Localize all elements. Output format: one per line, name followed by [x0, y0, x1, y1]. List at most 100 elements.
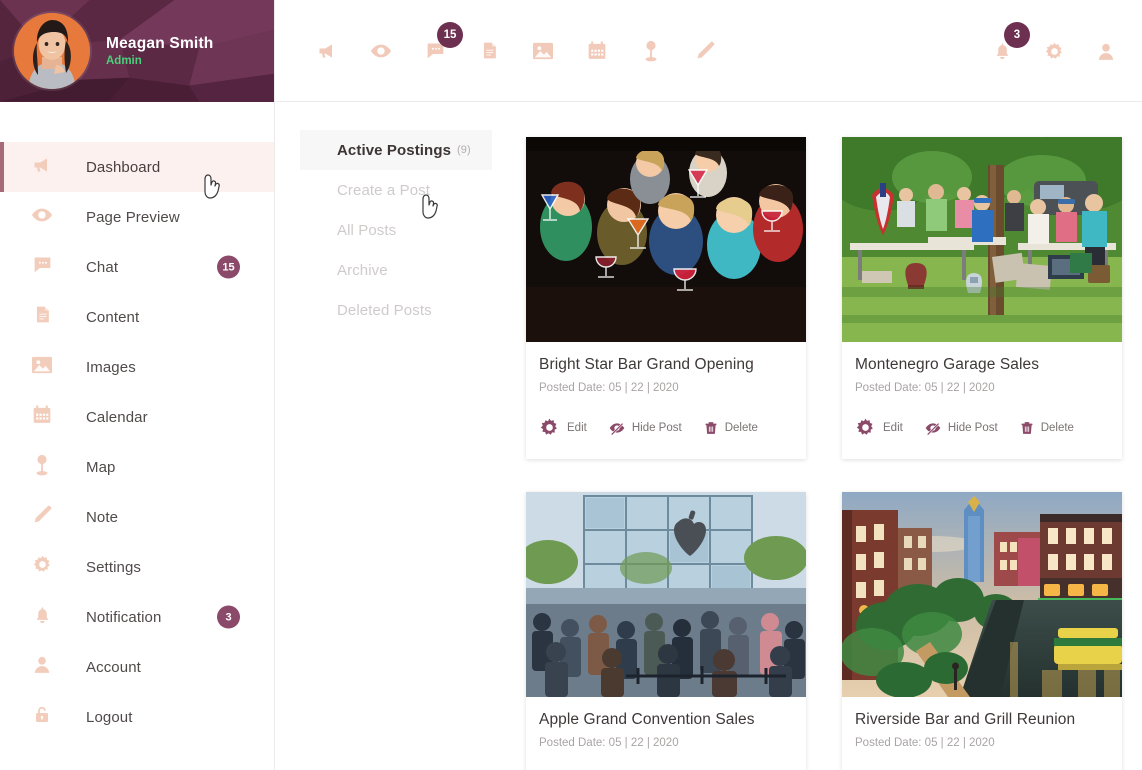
- top-toolbar: 15 3: [275, 0, 1142, 102]
- post-card-body: Apple Grand Convention Sales Posted Date:…: [526, 697, 806, 770]
- toolbar-calendar-icon[interactable]: [583, 34, 611, 68]
- sidebar-item-dashboard[interactable]: Dashboard: [0, 142, 274, 192]
- image-icon: [31, 355, 53, 380]
- toolbar-notification-badge: 3: [1004, 22, 1030, 48]
- bell-icon: [33, 604, 52, 631]
- delete-post-button[interactable]: Delete: [1020, 420, 1074, 436]
- sidebar-item-content[interactable]: Content: [0, 292, 274, 342]
- hide-post-button[interactable]: Hide Post: [609, 420, 682, 436]
- post-date: Posted Date: 05 | 22 | 2020: [855, 382, 995, 394]
- toolbar-image-icon[interactable]: [529, 34, 557, 68]
- sidebar-item-label: Map: [86, 458, 116, 476]
- toolbar-map-pin-icon[interactable]: [637, 34, 665, 68]
- toolbar-chat-icon[interactable]: 15: [421, 21, 463, 68]
- sidebar-item-map[interactable]: Map: [0, 442, 274, 492]
- document-icon: [33, 304, 52, 330]
- riverwalk-dusk-photo: [842, 492, 1122, 697]
- main-pane: 15 3 Active Postings (9) Create a Post All …: [275, 0, 1142, 770]
- chat-icon: [32, 254, 53, 280]
- subnav-item-all-posts[interactable]: All Posts: [300, 210, 492, 250]
- sidebar-item-label: Images: [86, 358, 136, 376]
- post-card[interactable]: Bright Star Bar Grand Opening Posted Date…: [526, 137, 806, 459]
- subnav-item-label: Create a Post: [337, 181, 431, 199]
- toolbar-megaphone-icon[interactable]: [313, 34, 341, 68]
- sidebar-item-note[interactable]: Note: [0, 492, 274, 542]
- posts-grid: Bright Star Bar Grand Opening Posted Date…: [526, 137, 1142, 770]
- content-area: Active Postings (9) Create a Post All Posts…: [275, 102, 1142, 770]
- apple-store-crowd-photo: [526, 492, 806, 697]
- post-title: Bright Star Bar Grand Opening: [539, 356, 754, 373]
- profile-role: Admin: [106, 55, 142, 67]
- sidebar-item-badge: 3: [217, 605, 240, 629]
- toolbar-gear-icon[interactable]: [1040, 34, 1068, 68]
- pencil-icon: [32, 504, 53, 530]
- sidebar-item-label: Content: [86, 308, 140, 326]
- postings-subnav: Active Postings (9) Create a Post All Posts…: [300, 130, 492, 330]
- account-icon: [32, 654, 52, 680]
- sidebar-item-logout[interactable]: Logout: [0, 692, 274, 742]
- edit-post-button[interactable]: Edit: [539, 417, 587, 438]
- sidebar-item-notification[interactable]: Notification 3: [0, 592, 274, 642]
- subnav-item-active-postings[interactable]: Active Postings (9): [300, 130, 492, 170]
- toolbar-chat-badge: 15: [437, 21, 463, 48]
- subnav-item-archive[interactable]: Archive: [300, 250, 492, 290]
- sidebar-item-account[interactable]: Account: [0, 642, 274, 692]
- map-pin-icon: [35, 454, 49, 481]
- post-card[interactable]: Riverside Bar and Grill Reunion Posted Da…: [842, 492, 1122, 770]
- subnav-item-label: All Posts: [337, 221, 397, 239]
- hide-post-button[interactable]: Hide Post: [925, 420, 998, 436]
- delete-label: Delete: [1040, 421, 1074, 434]
- post-card[interactable]: Montenegro Garage Sales Posted Date: 05 |…: [842, 137, 1122, 459]
- megaphone-icon: [32, 155, 52, 180]
- hide-label: Hide Post: [947, 421, 998, 434]
- subnav-item-label: Archive: [337, 261, 388, 279]
- toolbar-document-icon[interactable]: [475, 34, 503, 68]
- post-date: Posted Date: 05 | 22 | 2020: [855, 737, 995, 749]
- sidebar-item-calendar[interactable]: Calendar: [0, 392, 274, 442]
- delete-post-button[interactable]: Delete: [704, 420, 758, 436]
- sidebar-menu: Dashboard Page Preview Chat 15 Content Images…: [0, 102, 274, 742]
- profile-name: Meagan Smith: [106, 35, 214, 52]
- sidebar-item-chat[interactable]: Chat 15: [0, 242, 274, 292]
- toolbar-left-icons: 15: [313, 21, 719, 68]
- edit-label: Edit: [883, 421, 903, 434]
- post-card[interactable]: Apple Grand Convention Sales Posted Date:…: [526, 492, 806, 770]
- subnav-item-create-a-post[interactable]: Create a Post: [300, 170, 492, 210]
- calendar-icon: [32, 404, 52, 430]
- toolbar-eye-icon[interactable]: [367, 34, 395, 68]
- sidebar: Meagan Smith Admin Dashboard Page Preview…: [0, 0, 275, 770]
- post-title: Riverside Bar and Grill Reunion: [855, 711, 1076, 728]
- eye-icon: [31, 204, 53, 231]
- post-actions: Edit Hide Post Delete: [855, 417, 1109, 438]
- post-title: Montenegro Garage Sales: [855, 356, 1040, 373]
- avatar: [14, 13, 90, 89]
- edit-post-button[interactable]: Edit: [855, 417, 903, 438]
- sidebar-item-label: Account: [86, 658, 141, 676]
- sidebar-item-label: Note: [86, 508, 119, 526]
- profile-text: Meagan Smith Admin: [106, 35, 213, 67]
- post-title: Apple Grand Convention Sales: [539, 711, 755, 728]
- sidebar-item-settings[interactable]: Settings: [0, 542, 274, 592]
- post-card-body: Montenegro Garage Sales Posted Date: 05 |…: [842, 342, 1122, 459]
- toolbar-pencil-icon[interactable]: [691, 34, 719, 68]
- app-root: Meagan Smith Admin Dashboard Page Preview…: [0, 0, 1142, 770]
- sidebar-item-badge: 15: [217, 255, 240, 279]
- sidebar-item-page-preview[interactable]: Page Preview: [0, 192, 274, 242]
- sidebar-item-label: Dashboard: [86, 158, 161, 176]
- subnav-item-deleted-posts[interactable]: Deleted Posts: [300, 290, 492, 330]
- sidebar-item-images[interactable]: Images: [0, 342, 274, 392]
- party-people-cocktails-photo: [526, 137, 806, 342]
- profile-banner: Meagan Smith Admin: [0, 0, 274, 102]
- sidebar-item-label: Calendar: [86, 408, 148, 426]
- lock-icon: [33, 704, 51, 730]
- delete-label: Delete: [724, 421, 758, 434]
- toolbar-right-icons: 3: [988, 0, 1120, 102]
- outdoor-garage-sale-photo: [842, 137, 1122, 342]
- post-card-body: Bright Star Bar Grand Opening Posted Date…: [526, 342, 806, 459]
- toolbar-account-icon[interactable]: [1092, 34, 1120, 68]
- subnav-item-label: Active Postings: [337, 141, 452, 159]
- toolbar-bell-icon[interactable]: 3: [988, 22, 1030, 68]
- post-actions: Edit Hide Post Delete: [539, 417, 793, 438]
- post-date: Posted Date: 05 | 22 | 2020: [539, 382, 679, 394]
- sidebar-item-label: Logout: [86, 708, 133, 726]
